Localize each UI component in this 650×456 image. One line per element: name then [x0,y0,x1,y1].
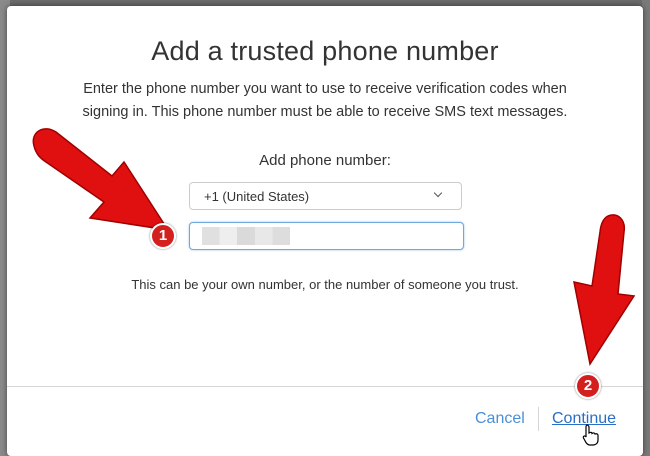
phone-hint-text: This can be your own number, or the numb… [131,277,519,292]
redacted-phone-number [202,227,290,245]
red-arrow-icon [573,214,636,366]
button-separator [538,407,539,431]
red-arrow-icon [32,128,170,231]
dialog-title: Add a trusted phone number [151,36,499,66]
country-code-select[interactable]: +1 (United States) [189,182,462,210]
cancel-button[interactable]: Cancel [475,410,525,428]
step-1-badge: 1 [150,223,176,249]
chevron-down-icon [433,188,443,198]
hand-cursor-icon [582,424,599,446]
backdrop-right [642,0,650,456]
country-code-value: +1 (United States) [204,189,310,204]
footer-divider [7,386,643,387]
step-2-badge: 2 [575,373,601,399]
